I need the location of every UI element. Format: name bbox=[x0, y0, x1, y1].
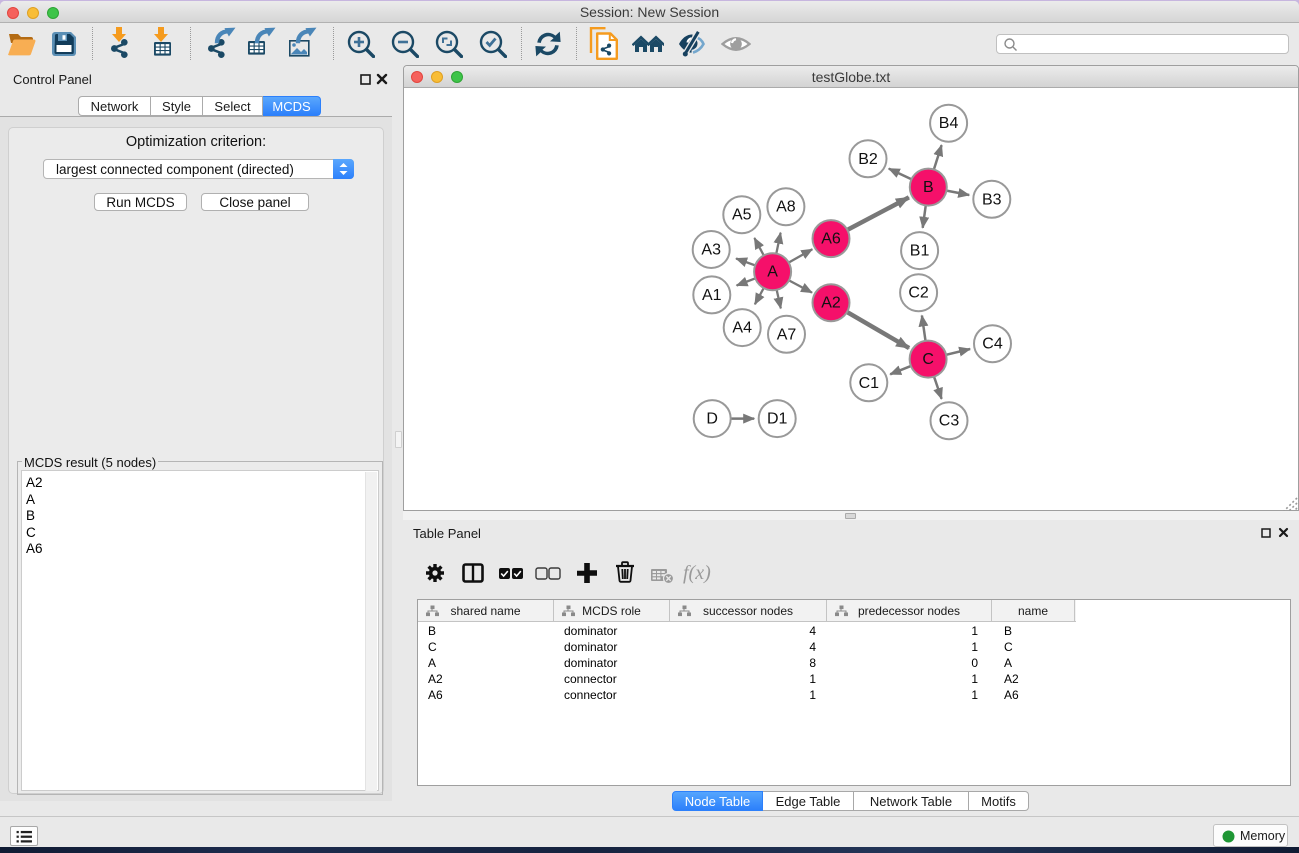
svg-text:B: B bbox=[923, 179, 934, 196]
svg-text:A6: A6 bbox=[821, 231, 841, 248]
svg-text:A1: A1 bbox=[702, 287, 722, 304]
svg-text:C1: C1 bbox=[859, 375, 880, 392]
svg-text:A7: A7 bbox=[777, 326, 797, 343]
svg-text:A: A bbox=[767, 264, 778, 281]
svg-text:D: D bbox=[706, 411, 718, 428]
svg-text:B2: B2 bbox=[858, 151, 878, 168]
svg-text:A4: A4 bbox=[732, 320, 752, 337]
svg-text:B3: B3 bbox=[982, 191, 1002, 208]
svg-text:B4: B4 bbox=[939, 115, 959, 132]
svg-text:A3: A3 bbox=[701, 242, 721, 259]
svg-text:C2: C2 bbox=[908, 285, 929, 302]
svg-text:C4: C4 bbox=[982, 336, 1003, 353]
svg-text:C3: C3 bbox=[939, 413, 960, 430]
svg-text:D1: D1 bbox=[767, 411, 788, 428]
svg-text:A8: A8 bbox=[776, 199, 796, 216]
svg-text:A5: A5 bbox=[732, 207, 752, 224]
svg-text:A2: A2 bbox=[821, 295, 841, 312]
svg-text:B1: B1 bbox=[910, 243, 930, 260]
svg-text:C: C bbox=[922, 351, 934, 368]
